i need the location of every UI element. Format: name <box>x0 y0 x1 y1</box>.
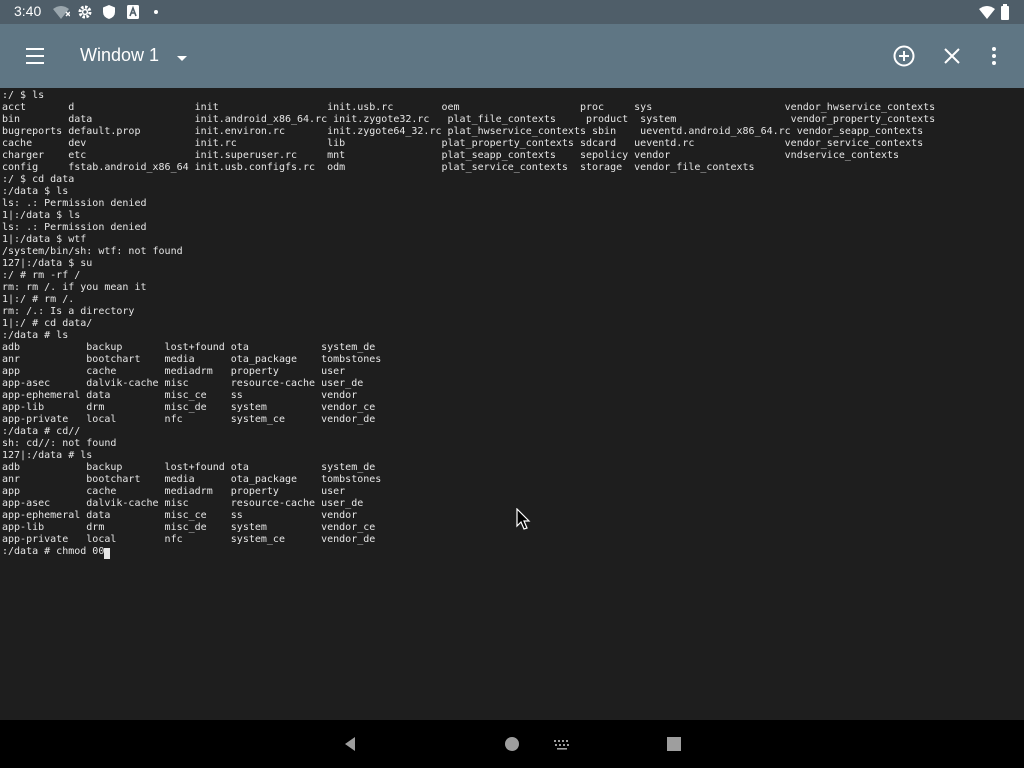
terminal-line: rm: rm /. if you mean it <box>2 282 147 293</box>
terminal-line: :/ $ cd data <box>2 174 75 185</box>
terminal-line: /system/bin/sh: wtf: not found <box>2 246 183 257</box>
terminal-line: app-lib drm misc_de system vendor_ce <box>2 522 376 533</box>
terminal-line: ls: .: Permission denied <box>2 198 147 209</box>
terminal-line: sh: cd//: not found <box>2 438 117 449</box>
gear-icon <box>78 5 92 19</box>
terminal-line: app-lib drm misc_de system vendor_ce <box>2 402 376 413</box>
a-box-icon <box>127 5 139 19</box>
window-title[interactable]: Window 1 <box>80 45 159 66</box>
terminal-view[interactable]: :/ $ ls acct d init init.usb.rc oem proc… <box>0 88 1024 720</box>
keyboard-icon[interactable] <box>550 732 574 756</box>
terminal-line: acct d init init.usb.rc oem proc sys ven… <box>2 102 936 113</box>
close-icon[interactable] <box>940 44 964 68</box>
terminal-prompt: :/data # chmod 00 <box>2 546 105 557</box>
terminal-line: 1|:/ # cd data/ <box>2 318 93 329</box>
recents-icon[interactable] <box>662 732 686 756</box>
terminal-line: :/ $ ls <box>2 90 45 101</box>
terminal-line: bin data init.android_x86_64.rc init.zyg… <box>2 114 936 125</box>
terminal-line: :/data # cd// <box>2 426 81 437</box>
terminal-prompt-line[interactable]: :/data # chmod 00 <box>2 546 111 559</box>
terminal-line: cache dev init.rc lib plat_property_cont… <box>2 138 924 149</box>
terminal-line: app-private local nfc system_ce vendor_d… <box>2 534 376 545</box>
status-time: 3:40 <box>14 3 42 19</box>
terminal-line: app-asec dalvik-cache misc resource-cach… <box>2 498 364 509</box>
app-bar: Window 1 <box>0 24 1024 88</box>
terminal-line: bugreports default.prop init.environ.rc … <box>2 126 924 137</box>
terminal-line: rm: /.: Is a directory <box>2 306 135 317</box>
status-bar: 3:40 <box>0 0 1024 24</box>
terminal-line: config fstab.android_x86_64 init.usb.con… <box>2 162 755 173</box>
terminal-line: :/data # ls <box>2 330 69 341</box>
mouse-pointer-icon <box>516 508 531 530</box>
battery-icon <box>1001 4 1009 20</box>
terminal-line: 1|:/data $ ls <box>2 210 81 221</box>
text-cursor <box>104 548 111 559</box>
wifi-icon <box>979 6 995 19</box>
terminal-line: app-asec dalvik-cache misc resource-cach… <box>2 378 364 389</box>
navigation-bar <box>0 720 1024 768</box>
terminal-output: :/ $ ls acct d init init.usb.rc oem proc… <box>0 88 1024 559</box>
terminal-line: anr bootchart media ota_package tombston… <box>2 354 382 365</box>
terminal-line: 127|:/data $ su <box>2 258 93 269</box>
dropdown-icon[interactable] <box>170 46 194 70</box>
terminal-line: adb backup lost+found ota system_de <box>2 342 376 353</box>
terminal-line: app-ephemeral data misc_ce ss vendor <box>2 510 358 521</box>
terminal-line: ls: .: Permission denied <box>2 222 147 233</box>
home-icon[interactable] <box>500 732 524 756</box>
add-icon[interactable] <box>892 44 916 68</box>
dot-icon <box>154 10 158 14</box>
terminal-line: app-ephemeral data misc_ce ss vendor <box>2 390 358 401</box>
wifi-off-icon <box>53 6 70 19</box>
terminal-line: :/ # rm -rf / <box>2 270 81 281</box>
terminal-line: charger etc init.superuser.rc mnt plat_s… <box>2 150 900 161</box>
terminal-line: 127|:/data # ls <box>2 450 93 461</box>
terminal-line: app-private local nfc system_ce vendor_d… <box>2 414 376 425</box>
terminal-line: app cache mediadrm property user <box>2 486 346 497</box>
terminal-line: 1|:/data $ wtf <box>2 234 87 245</box>
terminal-line: 1|:/ # rm /. <box>2 294 75 305</box>
terminal-line: :/data $ ls <box>2 186 69 197</box>
more-vert-icon[interactable] <box>982 44 1006 68</box>
menu-icon[interactable] <box>22 44 50 68</box>
terminal-line: anr bootchart media ota_package tombston… <box>2 474 382 485</box>
terminal-line: adb backup lost+found ota system_de <box>2 462 376 473</box>
shield-icon <box>103 5 115 19</box>
back-icon[interactable] <box>338 732 362 756</box>
terminal-line: app cache mediadrm property user <box>2 366 346 377</box>
